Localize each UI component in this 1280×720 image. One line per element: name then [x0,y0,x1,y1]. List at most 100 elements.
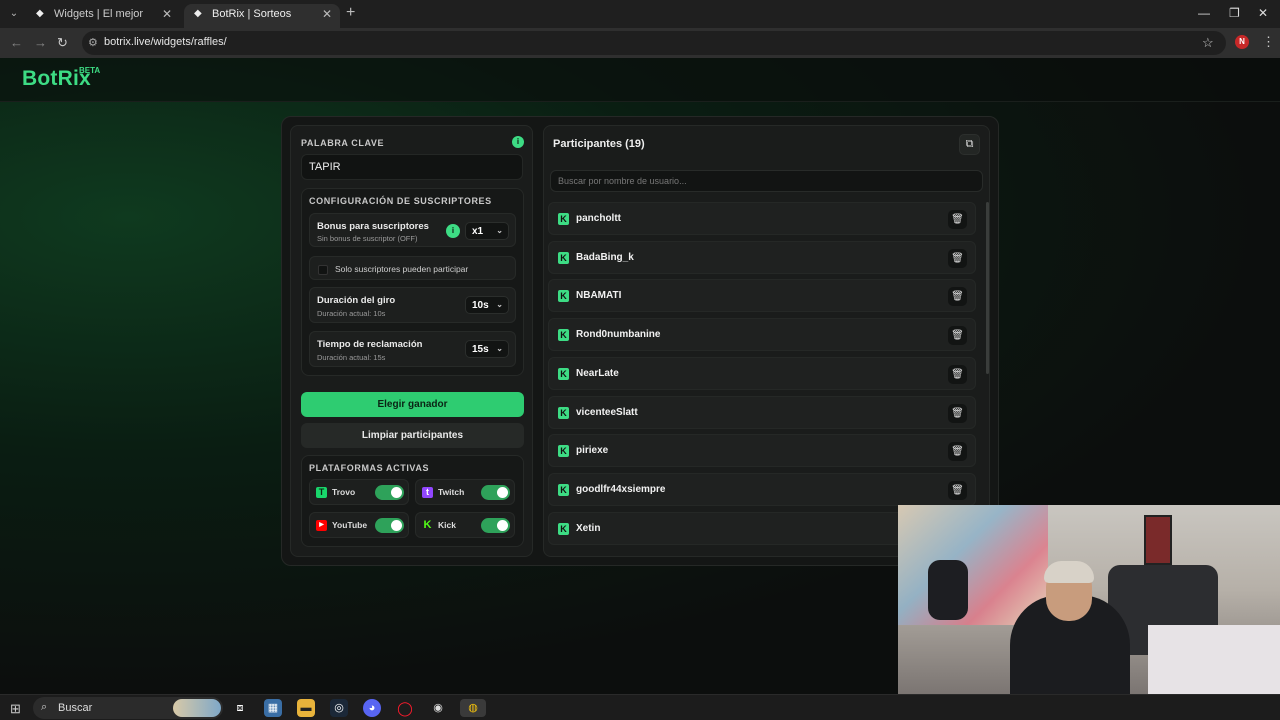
info-icon[interactable]: i [512,136,524,148]
subs-only-checkbox[interactable] [318,265,328,275]
beta-badge: BETA [79,66,101,75]
reload-icon[interactable]: ↻ [57,35,68,51]
minimize-button[interactable]: — [1198,6,1210,20]
kick-icon: K [558,251,569,264]
clear-participants-button[interactable]: Limpiar participantes [301,423,524,448]
scrollbar[interactable] [986,202,989,374]
close-tab-icon[interactable]: ✕ [162,4,172,24]
trash-icon[interactable]: 🗑 [948,442,967,462]
new-tab-button[interactable]: + [346,4,355,22]
kick-icon: K [558,406,569,419]
url-bar[interactable]: ⚙ botrix.live/widgets/raffles/ [82,31,1226,55]
select-value: 15s [472,344,489,355]
chevron-down-icon: ⌄ [496,226,503,235]
spin-duration-select[interactable]: 10s ⌄ [465,296,509,314]
platform-kick: K Kick [415,512,515,538]
option-title: Tiempo de reclamación [317,339,423,350]
file-explorer-icon[interactable]: ▬ [297,699,315,717]
obs-icon[interactable]: ◉ [429,699,447,717]
bonus-multiplier-select[interactable]: x1 ⌄ [465,222,509,240]
participant-search-input[interactable] [550,170,983,192]
trovo-toggle[interactable] [375,485,404,500]
kick-icon: K [423,519,432,531]
youtube-icon: ▶ [316,520,327,531]
keyword-input[interactable]: TAPIR [301,154,523,180]
platform-label: Trovo [332,487,356,497]
profile-avatar[interactable]: N [1235,35,1249,49]
raffle-settings: PALABRA CLAVE i TAPIR CONFIGURACIÓN DE S… [290,125,533,557]
participant-name: BadaBing_k [576,251,634,263]
kick-icon: K [558,367,569,380]
subscriber-bonus-option: Bonus para suscriptores Sin bonus de sus… [309,213,516,247]
participants-panel: Participantes (19) ⧉ Kpancholtt 🗑 K BadaBin… [543,125,990,557]
steam-icon[interactable]: ◎ [330,699,348,717]
trash-icon[interactable]: 🗑 [948,287,967,307]
windows-start-icon[interactable]: ⊞ [10,701,21,717]
site-header: BotRix BETA [0,58,1280,102]
option-title: Bonus para suscriptores [317,221,429,232]
close-window-button[interactable]: ✕ [1258,6,1268,20]
pick-winner-button[interactable]: Elegir ganador [301,392,524,417]
taskbar-search[interactable]: ⌕ Buscar [33,697,223,719]
address-toolbar: ← → ↻ ⚙ botrix.live/widgets/raffles/ [0,28,1280,58]
twitch-toggle[interactable] [481,485,510,500]
kick-toggle[interactable] [481,518,510,533]
participant-row: Kpiriexe 🗑 [548,434,976,468]
trash-icon[interactable]: 🗑 [948,326,967,346]
subs-only-label: Solo suscriptores pueden participar [335,264,469,274]
twitch-icon: t [422,487,433,498]
youtube-toggle[interactable] [375,518,404,533]
raffle-panel: PALABRA CLAVE i TAPIR CONFIGURACIÓN DE S… [281,116,999,566]
opera-icon[interactable]: ◯ [396,699,414,717]
option-subtitle: Duración actual: 15s [317,353,386,362]
tab-widgets[interactable]: ◆ Widgets | El mejor software pa ✕ [26,4,180,40]
trash-icon[interactable]: 🗑 [948,403,967,423]
participant-row: KvicenteeSlatt 🗑 [548,395,976,429]
copy-icon[interactable]: ⧉ [959,134,980,155]
option-title: Duración del giro [317,295,396,306]
platform-trovo: T Trovo [309,479,409,505]
subs-only-option[interactable]: Solo suscriptores pueden participar [309,256,516,280]
close-tab-icon[interactable]: ✕ [322,4,332,24]
microsoft-store-icon[interactable]: ▦ [264,699,282,717]
botrix-favicon-icon: ◆ [36,8,44,19]
spin-duration-option: Duración del giro Duración actual: 10s 1… [309,287,516,323]
claim-time-select[interactable]: 15s ⌄ [465,340,509,358]
platforms-label: PLATAFORMAS ACTIVAS [309,463,430,473]
task-view-icon[interactable]: ⧈ [231,699,249,717]
trash-icon[interactable]: 🗑 [948,248,967,268]
botrix-favicon-icon: ◆ [194,8,202,19]
participant-name: NBAMATI [576,290,622,302]
chrome-icon[interactable]: ◍ [460,699,486,717]
option-subtitle: Sin bonus de suscriptor (OFF) [317,234,418,243]
platform-label: Twitch [438,487,465,497]
site-info-icon[interactable]: ⚙ [88,36,98,49]
back-icon[interactable]: ← [10,35,23,50]
taskbar-search-label: Buscar [58,702,93,714]
chevron-down-icon: ⌄ [496,344,503,353]
restore-button[interactable]: ❐ [1229,6,1240,20]
participant-row: Kgoodlfr44xsiempre 🗑 [548,472,976,506]
search-icon: ⌕ [41,701,48,713]
select-value: x1 [472,226,484,237]
streamer-hair [1044,561,1094,583]
trash-icon[interactable]: 🗑 [948,364,967,384]
bookmark-star-icon[interactable]: ☆ [1202,35,1214,51]
active-platforms: PLATAFORMAS ACTIVAS T Trovo t Twitch ▶ Y… [301,455,524,547]
platform-label: YouTube [332,520,368,530]
trash-icon[interactable]: 🗑 [948,210,967,229]
tab-search-icon[interactable]: ⌄ [4,5,24,23]
tab-sorteos[interactable]: ◆ BotRix | Sorteos ✕ [184,4,340,28]
bed [1148,625,1280,694]
forward-icon[interactable]: → [34,35,47,50]
info-icon[interactable]: i [446,224,460,238]
chevron-down-icon: ⌄ [496,300,503,309]
participant-name: piriexe [576,445,609,457]
participant-row: K NBAMATI 🗑 [548,279,976,313]
trash-icon[interactable]: 🗑 [948,480,967,500]
select-value: 10s [472,300,489,311]
windows-taskbar: ⊞ ⌕ Buscar ⧈ ▦ ▬ ◎ ◕ ◯ ◉ ◍ [0,694,1280,720]
discord-icon[interactable]: ◕ [363,699,381,717]
wall-poster [1144,515,1172,565]
browser-menu-icon[interactable]: ⋮ [1262,34,1275,50]
